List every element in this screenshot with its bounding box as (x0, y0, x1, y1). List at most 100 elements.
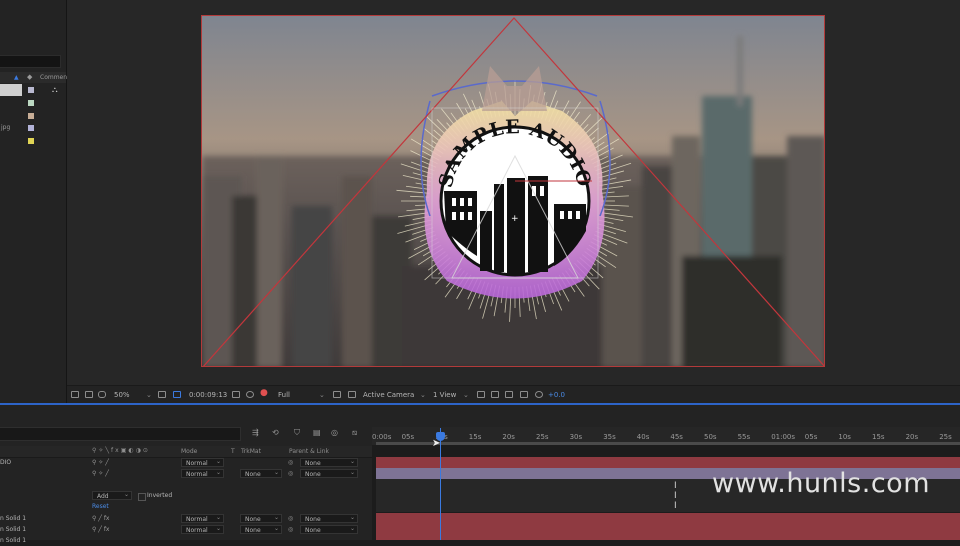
ruler-tick-label: 0:00s (372, 433, 392, 441)
ruler-tick-label: 35s (603, 433, 616, 441)
draft-3d-icon[interactable]: ⟲ (272, 428, 279, 437)
layer-mode-select[interactable]: Normal (181, 524, 224, 534)
i-beam-cursor-icon: I (674, 501, 677, 511)
inverted-checkbox[interactable] (138, 493, 146, 501)
always-preview-icon[interactable] (71, 391, 79, 398)
mode-column-label: Mode (181, 448, 198, 455)
reset-link[interactable]: Reset (92, 501, 109, 512)
ruler-tick-label: 30s (569, 433, 583, 441)
layer-switches-icons[interactable]: ⚲ ✧ ╱ (92, 457, 109, 468)
layer-name: n Solid 1 (0, 526, 27, 533)
project-item[interactable]: jpg (0, 122, 66, 134)
ruler-tick-label: 05s (804, 433, 818, 441)
time-ruler[interactable]: 0:00s 05s 10s 15s 20s 25s 30s 35s 40s 45s 50s 55s 01… (372, 427, 960, 445)
camera-select[interactable]: Active Camera (363, 390, 414, 400)
layer-trkmat-select[interactable]: None (240, 468, 282, 478)
layer-parent-select[interactable]: None (300, 513, 358, 523)
comment-column-label: Commen (40, 74, 68, 81)
pickwhip-icon[interactable]: ◎ (288, 457, 293, 468)
sort-arrow-icon[interactable]: ▲ (14, 74, 19, 81)
show-snapshot-icon[interactable] (246, 391, 254, 398)
project-item[interactable] (0, 135, 66, 147)
layer-row[interactable]: n Solid 1 ⚲ ╱ fx Normal None ◎ None (0, 524, 372, 535)
layer-duration-bar[interactable] (376, 535, 960, 540)
i-beam-cursor-icon: I (674, 481, 677, 491)
mask-mode-select[interactable]: Add (92, 490, 132, 500)
layer-trkmat-select[interactable]: None (240, 513, 282, 523)
chevron-down-icon[interactable]: ⌄ (146, 390, 152, 400)
layer-name: DIO (0, 459, 12, 466)
composition-mini-flowchart-icon[interactable]: ⇶ (252, 428, 259, 437)
layer-parent-select[interactable]: None (300, 468, 358, 478)
shy-layers-icon[interactable]: ⛉ (294, 428, 300, 438)
layer-row[interactable]: n Solid 1 ⚲ ╱ fx Normal None ◎ None (0, 513, 372, 524)
parent-column-label: Parent & Link (289, 448, 329, 455)
project-item[interactable]: ⛬ (0, 84, 66, 96)
t-column-label: T (231, 448, 235, 455)
mask-row[interactable]: Add Inverted (0, 490, 372, 501)
transparency-grid-icon[interactable] (348, 391, 356, 398)
timeline-icon[interactable] (505, 391, 513, 398)
trkmat-column-label: TrkMat (241, 448, 261, 455)
ruler-tick-label: 01:00s (771, 433, 796, 441)
toggle-pixel-aspect-icon[interactable] (477, 391, 485, 398)
layer-row[interactable]: DIO ⚲ ✧ ╱ Normal ◎ None (0, 457, 372, 468)
timeline-search-input[interactable] (0, 427, 241, 441)
ruler-tick-label: 05s (401, 433, 415, 441)
ruler-tick-label: 20s (905, 433, 919, 441)
zoom-select[interactable]: 50% (114, 390, 130, 400)
pickwhip-icon[interactable]: ◎ (288, 524, 293, 535)
grid-guides-icon[interactable] (158, 391, 166, 398)
layer-parent-select[interactable]: None (300, 524, 358, 534)
region-of-interest-icon[interactable] (333, 391, 341, 398)
snapshot-camera-icon[interactable] (232, 391, 240, 398)
pickwhip-icon[interactable]: ◎ (288, 513, 293, 524)
layer-parent-select[interactable]: None (300, 457, 358, 467)
layer-mode-select[interactable]: Normal (181, 468, 224, 478)
layer-trkmat-select[interactable]: None (240, 524, 282, 534)
pickwhip-icon[interactable]: ◎ (288, 468, 293, 479)
layer-duration-bar[interactable] (376, 457, 960, 468)
project-search-input[interactable] (0, 55, 61, 68)
color-channel-icon[interactable]: ● (260, 388, 268, 398)
frame-blending-icon[interactable]: ▤ (313, 428, 321, 437)
layer-name: n Solid 1 (0, 537, 27, 544)
i-beam-cursor-icon: I (674, 491, 677, 501)
current-timecode[interactable]: 0:00:09:13 (189, 390, 227, 400)
ruler-tick-label: 25s (939, 433, 952, 441)
label-color-swatch (28, 125, 34, 131)
composition-render: SAMPLE AUDIO + (202, 16, 824, 366)
label-color-swatch (28, 87, 34, 93)
exposure-value[interactable]: +0.0 (548, 390, 565, 400)
motion-blur-icon[interactable]: ◎ (331, 428, 338, 437)
label-color-swatch (28, 100, 34, 106)
label-color-swatch (28, 138, 34, 144)
project-item[interactable] (0, 110, 66, 122)
layer-mode-select[interactable]: Normal (181, 457, 224, 467)
fast-previews-icon[interactable] (491, 391, 499, 398)
layer-switches-icons[interactable]: ⚲ ✧ ╱ (92, 468, 109, 479)
label-tag-icon[interactable]: ◆ (27, 73, 32, 81)
mask-visibility-icon[interactable] (173, 391, 181, 398)
view-layout-select[interactable]: 1 View (433, 390, 456, 400)
display-icon[interactable] (85, 391, 93, 398)
reset-exposure-icon[interactable] (535, 391, 543, 398)
layer-row[interactable]: ⚲ ✧ ╱ Normal None ◎ None (0, 468, 372, 479)
chevron-down-icon[interactable]: ⌄ (319, 390, 325, 400)
resolution-select[interactable]: Full (278, 390, 290, 400)
chevron-down-icon[interactable]: ⌄ (420, 390, 426, 400)
layer-switches-icons[interactable]: ⚲ ╱ fx (92, 513, 109, 524)
layer-switches-icons[interactable]: ⚲ ╱ fx (92, 524, 109, 535)
ruler-tick-label: 45s (670, 433, 683, 441)
project-item[interactable] (0, 97, 66, 109)
layer-row[interactable]: n Solid 1 (0, 535, 372, 546)
composition-frame[interactable]: SAMPLE AUDIO + (201, 15, 825, 367)
vr-goggles-icon[interactable] (98, 391, 106, 398)
chevron-down-icon[interactable]: ⌄ (463, 390, 469, 400)
flowchart-icon[interactable] (520, 391, 528, 398)
graph-editor-icon[interactable]: ⧅ (352, 428, 357, 438)
layer-switches-icons: ⚲✧╲fx▣◐◑⊙ (92, 447, 150, 454)
layer-duration-bar[interactable] (376, 513, 960, 524)
layer-mode-select[interactable]: Normal (181, 513, 224, 523)
layer-duration-bar[interactable] (376, 524, 960, 535)
